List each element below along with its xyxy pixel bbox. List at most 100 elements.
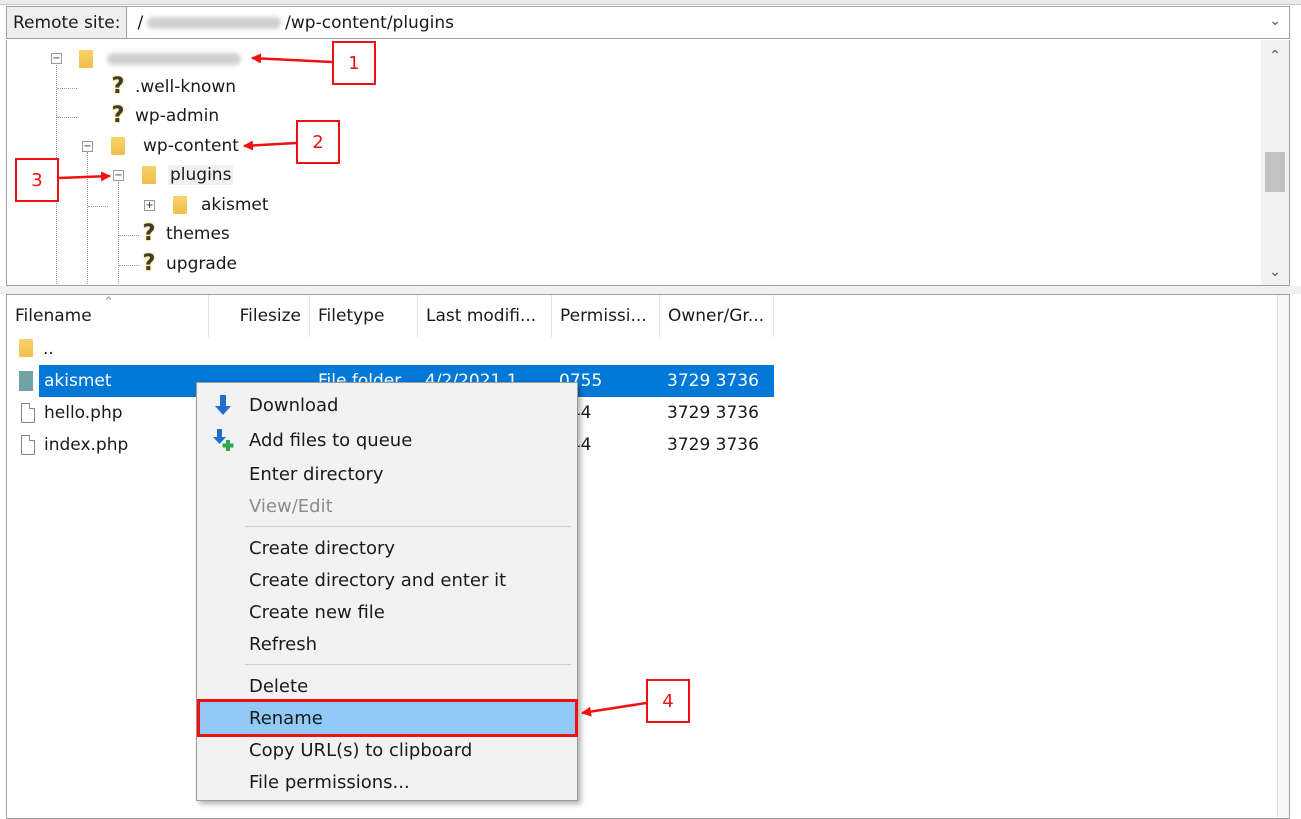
file-list-header: Filename Filesize Filetype Last modifi..…: [7, 295, 774, 337]
file-owner: 3729 3736: [667, 435, 759, 455]
chevron-down-icon[interactable]: ⌄: [1269, 13, 1281, 29]
menu-item-label: Create new file: [249, 601, 385, 623]
tree-item-wp-admin[interactable]: ? wp-admin: [109, 102, 220, 130]
collapse-toggle-icon[interactable]: −: [51, 53, 62, 64]
menu-item-label: Delete: [249, 675, 309, 697]
menu-item-enter-directory[interactable]: Enter directory: [199, 458, 575, 490]
column-filename[interactable]: Filename: [7, 295, 209, 337]
tree-connector: [87, 152, 88, 285]
menu-item-label: Add files to queue: [249, 429, 413, 451]
menu-separator: [245, 526, 571, 527]
tree-item-label: wp-content: [143, 136, 239, 156]
menu-item-label: Refresh: [249, 633, 317, 655]
context-menu: Download Add files to queue Enter direct…: [196, 382, 578, 801]
file-owner: 3729 3736: [667, 371, 759, 391]
file-name: akismet: [44, 371, 112, 391]
download-arrow-icon: [215, 395, 231, 415]
tree-item-wp-content[interactable]: wp-content: [111, 132, 239, 160]
tree-connector: [57, 117, 77, 118]
tree-item-themes[interactable]: ? themes: [140, 220, 230, 248]
collapse-toggle-icon[interactable]: −: [82, 141, 93, 152]
tree-item-well-known[interactable]: ? .well-known: [109, 73, 236, 101]
unknown-folder-icon: ?: [142, 251, 156, 276]
column-permissions[interactable]: Permissi...: [552, 295, 660, 337]
column-owner-group[interactable]: Owner/Gr...: [660, 295, 774, 337]
tree-item-upgrade[interactable]: ? upgrade: [140, 250, 237, 278]
tree-scrollbar[interactable]: ⌃ ⌄: [1261, 40, 1289, 285]
remote-site-label: Remote site:: [6, 6, 128, 39]
menu-item-label: Enter directory: [249, 463, 384, 485]
callout-4: 4: [646, 679, 690, 723]
menu-item-view-edit: View/Edit: [199, 490, 575, 522]
tree-item-akismet[interactable]: akismet: [173, 191, 269, 219]
menu-item-refresh[interactable]: Refresh: [199, 628, 575, 660]
menu-item-label: Create directory: [249, 537, 396, 559]
file-owner: 3729 3736: [667, 403, 759, 423]
file-row-parent[interactable]: ..: [7, 333, 774, 365]
path-prefix: /: [137, 12, 144, 33]
column-filesize[interactable]: Filesize: [209, 295, 310, 337]
tree-item-label: wp-admin: [135, 106, 220, 126]
tree-item-label: plugins: [168, 165, 234, 185]
unknown-folder-icon: ?: [111, 74, 125, 99]
tree-connector: [119, 235, 139, 236]
rename-highlight-annotation: [197, 699, 578, 737]
menu-item-create-directory-enter[interactable]: Create directory and enter it: [199, 564, 575, 596]
folder-icon: [79, 50, 93, 68]
file-list-scrollbar[interactable]: [1277, 295, 1289, 818]
tree-item-label: .well-known: [135, 77, 237, 97]
folder-icon: [111, 137, 125, 155]
add-to-queue-icon: [213, 429, 234, 451]
tree-item-label: themes: [166, 224, 230, 244]
chevron-up-icon[interactable]: ⌃: [1261, 42, 1289, 70]
menu-separator: [245, 664, 571, 665]
tree-item-label: upgrade: [166, 254, 238, 274]
menu-item-add-to-queue[interactable]: Add files to queue: [199, 424, 575, 456]
unknown-folder-icon: ?: [111, 103, 125, 128]
menu-item-create-directory[interactable]: Create directory: [199, 532, 575, 564]
tree-item-label: akismet: [201, 195, 269, 215]
folder-icon: [19, 371, 33, 391]
tree-connector: [88, 206, 108, 207]
tree-connector: [119, 265, 139, 266]
folder-icon: [142, 166, 156, 184]
menu-item-create-new-file[interactable]: Create new file: [199, 596, 575, 628]
path-suffix: /wp-content/plugins: [285, 12, 454, 33]
expand-toggle-icon[interactable]: +: [144, 200, 155, 211]
remote-site-bar: Remote site: / /wp-content/plugins ⌄: [6, 6, 1290, 39]
callout-3: 3: [15, 158, 59, 202]
file-name: index.php: [44, 435, 129, 455]
file-icon: [21, 403, 35, 423]
tree-connector: [118, 182, 119, 285]
tree-item-plugins[interactable]: plugins: [142, 161, 234, 189]
menu-item-label: Create directory and enter it: [249, 569, 507, 591]
menu-item-label: Download: [249, 394, 339, 416]
blurred-domain: [147, 16, 282, 29]
menu-item-delete[interactable]: Delete: [199, 670, 575, 702]
callout-2: 2: [296, 120, 340, 164]
chevron-down-icon[interactable]: ⌄: [1261, 258, 1289, 285]
file-name: ..: [43, 339, 54, 359]
folder-icon: [19, 339, 33, 357]
folder-icon: [173, 196, 187, 214]
scroll-thumb[interactable]: [1265, 152, 1285, 192]
menu-item-file-permissions[interactable]: File permissions...: [199, 766, 575, 798]
column-filetype[interactable]: Filetype: [310, 295, 418, 337]
menu-item-label: View/Edit: [249, 495, 333, 517]
window-top-edge: [0, 0, 1301, 5]
file-name: hello.php: [44, 403, 123, 423]
collapse-toggle-icon[interactable]: −: [113, 170, 124, 181]
file-icon: [21, 435, 35, 455]
remote-directory-tree: − ? .well-known ? wp-admin − wp-content …: [6, 40, 1290, 286]
column-last-modified[interactable]: Last modifi...: [418, 295, 552, 337]
tree-item-root[interactable]: [79, 45, 245, 73]
tree-connector: [57, 88, 77, 89]
unknown-folder-icon: ?: [142, 221, 156, 246]
blurred-root-name: [107, 53, 241, 65]
menu-item-copy-url[interactable]: Copy URL(s) to clipboard: [199, 734, 575, 766]
menu-item-label: Copy URL(s) to clipboard: [249, 739, 473, 761]
menu-item-download[interactable]: Download: [199, 389, 575, 421]
remote-site-path-input[interactable]: / /wp-content/plugins ⌄: [127, 6, 1290, 39]
panel-divider[interactable]: [0, 286, 1301, 294]
callout-1: 1: [332, 41, 376, 85]
